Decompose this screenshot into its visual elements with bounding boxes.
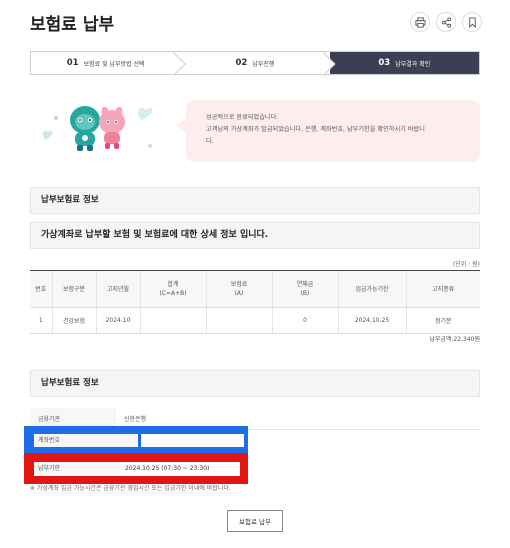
col-header: 보험구분 <box>51 270 96 308</box>
message-bubble: 성공적으로 완료되었습니다. 고객님의 가상계좌가 발급되었습니다. 은행, 계… <box>176 100 480 162</box>
top-toolbar <box>410 12 482 32</box>
table-cell: 1 <box>30 307 52 334</box>
step-label: 납부진행 <box>252 60 275 68</box>
table-cell: 정기분 <box>405 307 480 334</box>
section-title-payment-info: 납부보험료 정보 <box>30 187 480 214</box>
banner-line: 다. <box>206 138 214 145</box>
page-title: 보험료 납부 <box>30 15 115 35</box>
col-header: 합계 (C=A+B) <box>139 270 206 308</box>
table-header-row: 번호 보험구분 고지년월 합계 (C=A+B) 보험료 (A) 연체금 (B) … <box>30 270 480 308</box>
highlight-box-red: 납부기한 2024.10.25 (07:30 ~ 23:30) <box>24 453 248 484</box>
step-label: 보험료 및 납부방법 선택 <box>83 60 145 68</box>
banner-message: 성공적으로 완료되었습니다. 고객님의 가상계좌가 발급되었습니다. 은행, 계… <box>206 112 466 148</box>
step-number: 03 <box>378 58 391 68</box>
step-2: 02 납부진행 <box>180 52 336 76</box>
highlight-box-blue: 계좌번호 <box>24 426 248 454</box>
unit-label: (단위 : 원) <box>452 261 480 268</box>
step-label: 납부결과 확인 <box>395 60 431 68</box>
section-subtitle: 가상계좌로 납부할 보험 및 보험료에 대한 상세 정보 입니다. <box>30 222 480 249</box>
notice-text: ※ 가상계좌 입금 가능시간은 금융기관 영업시간 또는 입금기한 이내에 바랍… <box>30 485 231 492</box>
mascot-illustration <box>42 106 153 151</box>
table-cell: 2024.10.25 <box>337 307 406 334</box>
step-1: 01 보험료 및 납부방법 선택 <box>31 52 187 76</box>
total-amount: 납부금액:22,340원 <box>429 336 480 343</box>
table-cell <box>205 307 272 334</box>
completion-banner: 성공적으로 완료되었습니다. 고객님의 가상계좌가 발급되었습니다. 은행, 계… <box>30 92 480 172</box>
deadline-value: 2024.10.25 (07:30 ~ 23:30) <box>120 462 240 476</box>
col-header: 번호 <box>30 270 52 308</box>
banner-line: 성공적으로 완료되었습니다. <box>206 114 279 121</box>
pay-premium-button[interactable]: 보험료 납부 <box>227 510 283 532</box>
banner-line: 고객님의 가상계좌가 발급되었습니다. 은행, 계좌번호, 납부기한을 확인하시… <box>206 126 425 133</box>
step-indicator: 01 보험료 및 납부방법 선택 02 납부진행 03 납부결과 확인 <box>30 51 480 76</box>
table-cell: 2024.10 <box>95 307 140 334</box>
account-number-label: 계좌번호 <box>34 434 138 447</box>
step-number: 02 <box>235 58 248 68</box>
col-header: 입금가능기한 <box>337 270 406 308</box>
step-chevron-icon <box>322 52 336 76</box>
step-number: 01 <box>66 58 79 68</box>
account-number-value <box>141 434 244 447</box>
share-icon[interactable] <box>436 12 456 32</box>
table-row: 1 건강보험 2024.10 0 2024.10.25 정기분 <box>30 307 480 334</box>
bookmark-icon[interactable] <box>462 12 482 32</box>
col-header: 보험료 (A) <box>205 270 272 308</box>
deadline-label: 납부기한 <box>34 462 120 476</box>
table-cell <box>139 307 206 334</box>
col-header: 연체금 (B) <box>271 270 338 308</box>
col-header: 고지종류 <box>405 270 480 308</box>
table-cell: 건강보험 <box>51 307 96 334</box>
payment-table: 번호 보험구분 고지년월 합계 (C=A+B) 보험료 (A) 연체금 (B) … <box>30 270 480 334</box>
step-chevron-icon <box>173 52 187 76</box>
col-header: 고지년월 <box>95 270 140 308</box>
table-cell: 0 <box>271 307 338 334</box>
print-icon[interactable] <box>410 12 430 32</box>
step-3: 03 납부결과 확인 <box>329 52 479 74</box>
section-title-account-info: 납부보험료 정보 <box>30 370 480 397</box>
